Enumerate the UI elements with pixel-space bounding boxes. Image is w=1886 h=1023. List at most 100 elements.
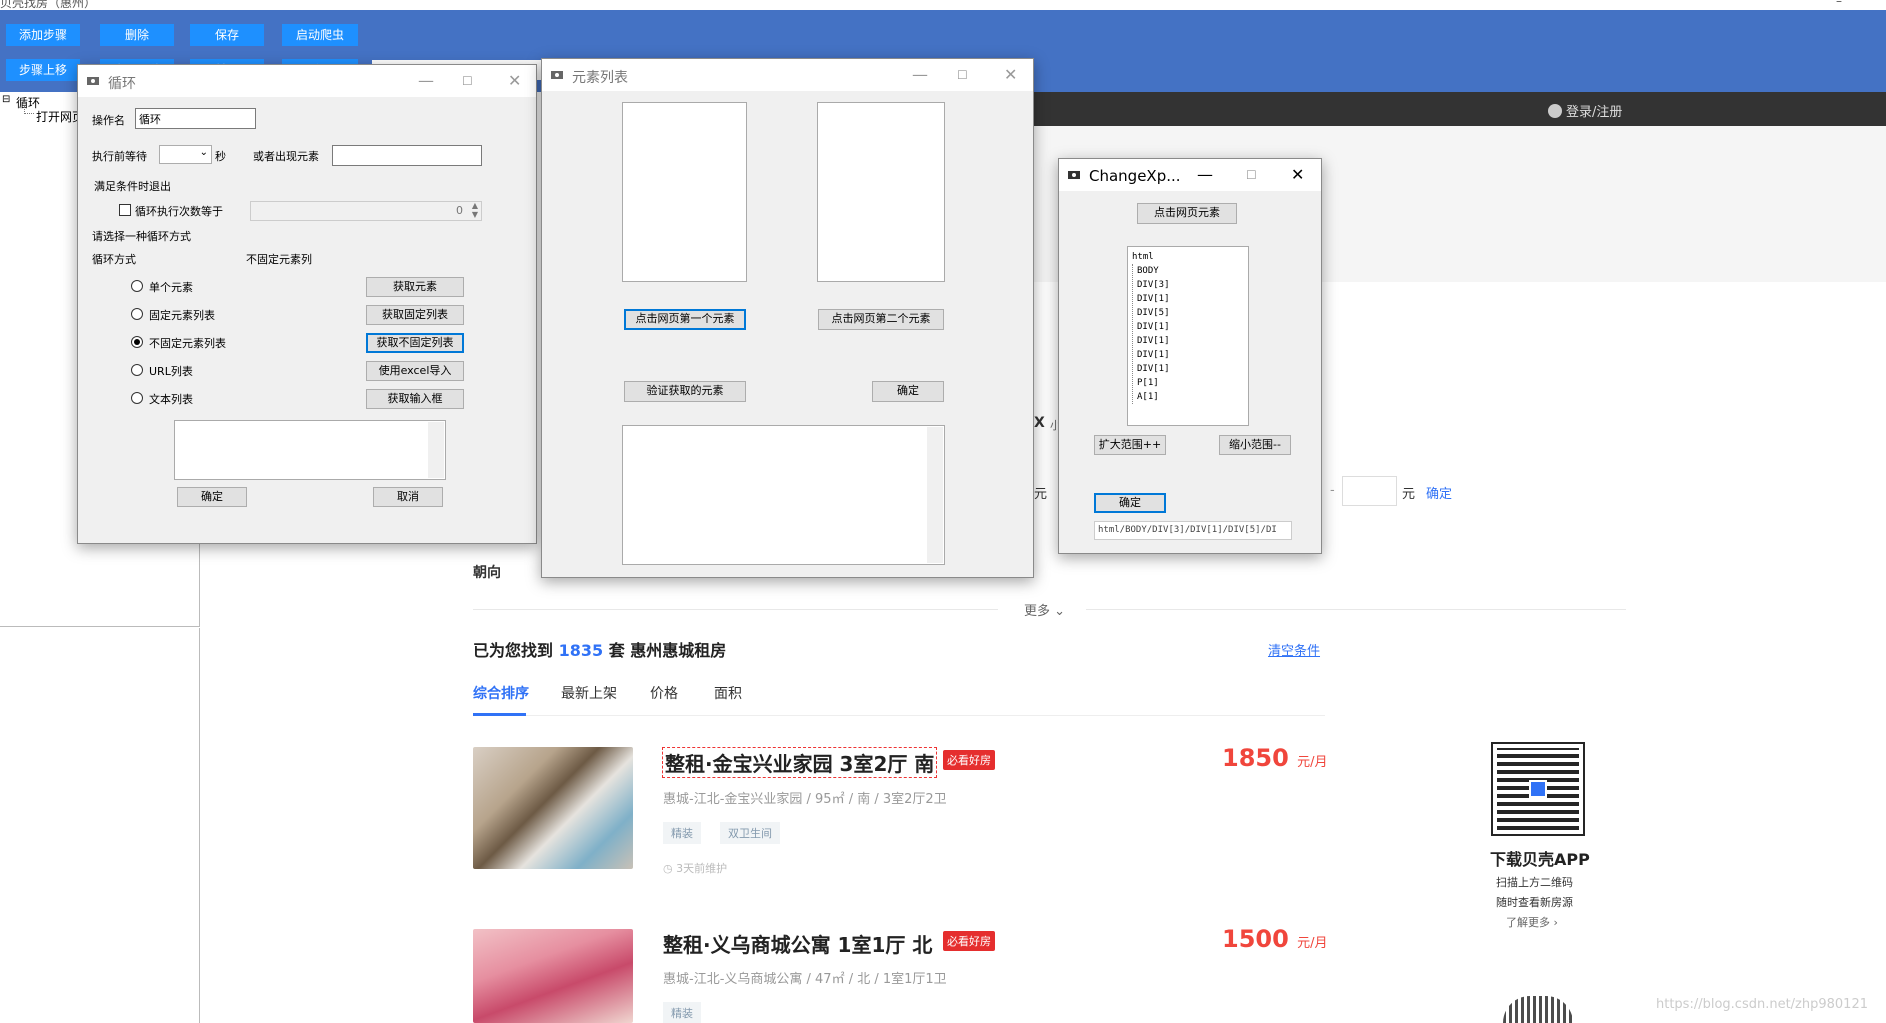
- sort-divider: [473, 715, 1325, 716]
- result-textarea[interactable]: [622, 425, 945, 565]
- close-icon[interactable]: ✕: [508, 71, 521, 90]
- price-unit: 元/月: [1297, 755, 1328, 770]
- qr-code-2: [1503, 996, 1573, 1023]
- tree-node[interactable]: DIV[1]: [1137, 334, 1248, 348]
- radio-single-element[interactable]: [131, 280, 143, 292]
- price-value: 1500: [1222, 925, 1289, 953]
- maximize-icon[interactable]: ☐: [957, 68, 968, 82]
- listing-title[interactable]: 整租·金宝兴业家园 3室2厅 南: [661, 747, 938, 778]
- learn-more-link[interactable]: 了解更多 ›: [1506, 914, 1558, 930]
- tree-collapse-icon[interactable]: ⊟: [2, 94, 10, 105]
- verify-elements-button[interactable]: 验证获取的元素: [624, 381, 746, 402]
- price-unit-right: 元: [1402, 487, 1416, 502]
- mode-value: 不固定元素列: [246, 253, 312, 266]
- radio-url-list[interactable]: [131, 364, 143, 376]
- exit-condition-label: 满足条件时退出: [94, 180, 171, 193]
- close-icon[interactable]: ✕: [1291, 165, 1304, 184]
- ok-button[interactable]: 确定: [872, 381, 944, 402]
- listing-title[interactable]: 整租·义乌商城公寓 1室1厅 北: [663, 929, 932, 958]
- chevron-down-icon: ⌄: [199, 147, 208, 158]
- save-button[interactable]: 保存: [190, 24, 264, 46]
- maximize-icon[interactable]: ☐: [462, 74, 473, 88]
- listing-badge: 必看好房: [943, 931, 995, 951]
- xpath-tree[interactable]: html BODY DIV[3] DIV[1] DIV[5] DIV[1] DI…: [1127, 246, 1249, 426]
- minimize-icon[interactable]: –: [1836, 0, 1842, 8]
- tree-node[interactable]: DIV[5]: [1137, 306, 1248, 320]
- expand-range-button[interactable]: 扩大范围++: [1094, 435, 1166, 455]
- price-unit-left: 元: [1034, 487, 1048, 502]
- minimize-icon[interactable]: —: [418, 71, 434, 90]
- sort-tab-area[interactable]: 面积: [714, 683, 742, 703]
- appear-element-input[interactable]: [332, 145, 482, 166]
- add-step-button[interactable]: 添加步骤: [6, 24, 80, 46]
- window-titlebar[interactable]: ChangeXp... — ☐ ✕: [1059, 159, 1321, 191]
- clear-filters-link[interactable]: 清空条件: [1268, 640, 1320, 659]
- count-checkbox[interactable]: [119, 204, 131, 216]
- list-textarea[interactable]: [174, 420, 446, 480]
- radio-text-list[interactable]: [131, 392, 143, 404]
- tree-node[interactable]: DIV[1]: [1137, 320, 1248, 334]
- tree-node[interactable]: DIV[1]: [1137, 292, 1248, 306]
- xpath-input[interactable]: html/BODY/DIV[3]/DIV[1]/DIV[5]/DI: [1094, 521, 1292, 540]
- op-name-input[interactable]: 循环: [135, 108, 256, 129]
- scrollbar[interactable]: [927, 427, 943, 563]
- get-unfixed-list-button[interactable]: 获取不固定列表: [366, 333, 464, 353]
- scrollbar[interactable]: [428, 422, 444, 478]
- sort-tab-default[interactable]: 综合排序: [473, 683, 529, 703]
- get-element-button[interactable]: 获取元素: [366, 277, 464, 297]
- click-web-element-button[interactable]: 点击网页元素: [1137, 203, 1237, 224]
- sort-tab-price[interactable]: 价格: [650, 683, 678, 703]
- listing-tag: 双卫生间: [720, 822, 780, 844]
- excel-import-button[interactable]: 使用excel导入: [366, 361, 464, 381]
- minimize-icon[interactable]: —: [1197, 165, 1213, 184]
- listing-image[interactable]: [473, 747, 633, 869]
- radio-unfixed-list[interactable]: [131, 336, 143, 348]
- listing-image[interactable]: [473, 929, 633, 1023]
- tree-node[interactable]: DIV[1]: [1137, 362, 1248, 376]
- radio-fixed-list[interactable]: [131, 308, 143, 320]
- tree-node[interactable]: DIV[1]: [1137, 348, 1248, 362]
- orientation-label: 朝向: [473, 565, 501, 581]
- divider: [1086, 609, 1626, 610]
- tree-node[interactable]: BODY: [1137, 264, 1248, 278]
- filter-x[interactable]: X: [1034, 415, 1045, 431]
- close-icon[interactable]: ✕: [1004, 65, 1017, 84]
- ok-button[interactable]: 确定: [1094, 493, 1166, 513]
- get-input-box-button[interactable]: 获取输入框: [366, 389, 464, 409]
- spinner-up-icon[interactable]: ▲: [472, 201, 478, 210]
- app-download-line2: 随时查看新房源: [1496, 896, 1573, 909]
- price-confirm-link[interactable]: 确定: [1426, 483, 1452, 502]
- more-toggle[interactable]: 更多 ⌄: [1024, 600, 1065, 619]
- login-link[interactable]: 登录/注册: [1548, 101, 1622, 120]
- sort-tab-newest[interactable]: 最新上架: [561, 683, 617, 703]
- click-second-element-button[interactable]: 点击网页第二个元素: [818, 309, 944, 330]
- qr-logo-icon: [1529, 780, 1547, 798]
- delete-button[interactable]: 删除: [100, 24, 174, 46]
- tree-node[interactable]: html: [1132, 250, 1248, 264]
- user-icon: [1548, 104, 1562, 118]
- wait-select[interactable]: ⌄: [159, 145, 212, 164]
- maximize-icon[interactable]: ☐: [1246, 168, 1257, 182]
- tree-node[interactable]: A[1]: [1137, 390, 1248, 404]
- count-spinner[interactable]: 0 ▲ ▼: [250, 201, 482, 221]
- window-titlebar[interactable]: 循环 — ☐ ✕: [78, 65, 536, 97]
- count-value: 0: [456, 204, 463, 217]
- step-up-button[interactable]: 步骤上移: [6, 59, 80, 81]
- window-titlebar[interactable]: 元素列表 — ☐ ✕: [542, 59, 1033, 91]
- window-title: 循环: [108, 76, 136, 92]
- tree-node[interactable]: P[1]: [1137, 376, 1248, 390]
- minimize-icon[interactable]: —: [912, 65, 928, 84]
- start-crawler-button[interactable]: 启动爬虫: [282, 24, 358, 46]
- seconds-label: 秒: [215, 150, 226, 163]
- cancel-button[interactable]: 取消: [373, 487, 443, 507]
- price-max-input[interactable]: [1342, 476, 1397, 506]
- click-first-element-button[interactable]: 点击网页第一个元素: [624, 309, 746, 330]
- listing-desc: 惠城-江北-义乌商城公寓 / 47㎡ / 北 / 1室1厅1卫: [663, 972, 947, 987]
- shrink-range-button[interactable]: 缩小范围--: [1219, 435, 1291, 455]
- choose-mode-label: 请选择一种循环方式: [92, 230, 191, 243]
- option-label: 固定元素列表: [149, 309, 215, 322]
- spinner-down-icon[interactable]: ▼: [472, 210, 478, 219]
- get-fixed-list-button[interactable]: 获取固定列表: [366, 305, 464, 325]
- ok-button[interactable]: 确定: [177, 487, 247, 507]
- tree-node[interactable]: DIV[3]: [1137, 278, 1248, 292]
